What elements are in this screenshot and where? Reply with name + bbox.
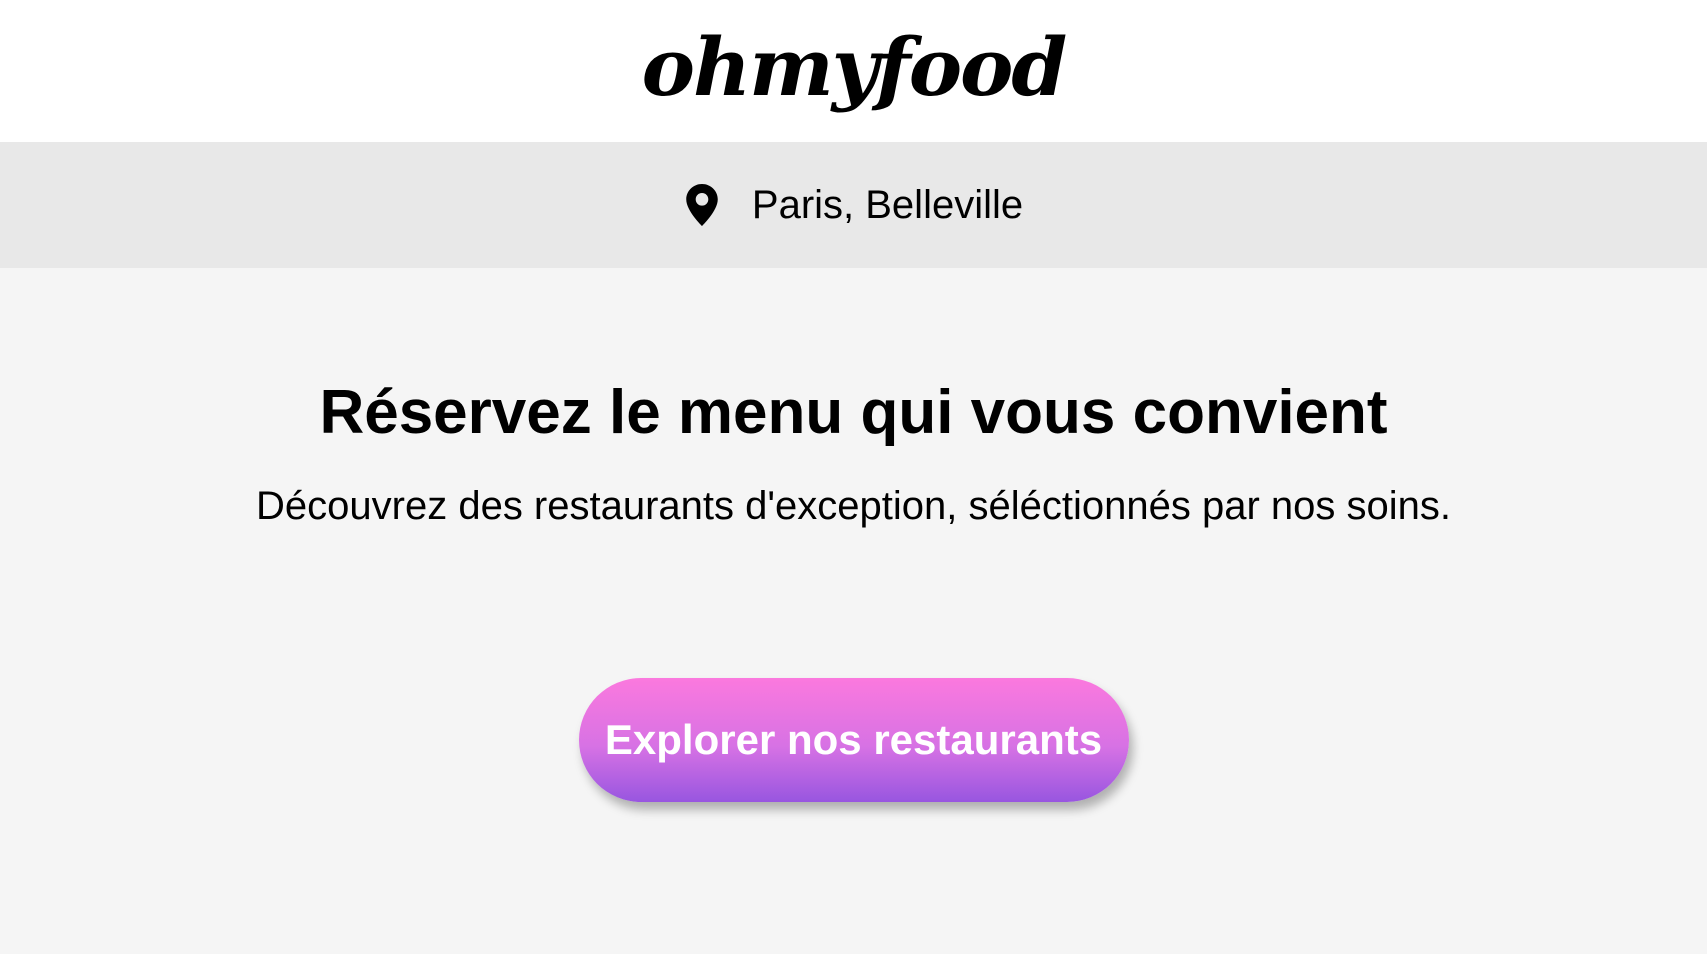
- hero-title: Réservez le menu qui vous convient: [319, 378, 1388, 447]
- map-pin-icon: [684, 183, 720, 227]
- location-text: Paris, Belleville: [751, 183, 1024, 227]
- hero-section: Réservez le menu qui vous convient Décou…: [0, 268, 1707, 802]
- site-header: ohmyfood: [0, 0, 1707, 142]
- site-logo[interactable]: ohmyfood: [642, 27, 1068, 107]
- explore-restaurants-button[interactable]: Explorer nos restaurants: [578, 678, 1129, 802]
- hero-subtitle: Découvrez des restaurants d'exception, s…: [256, 484, 1451, 528]
- location-bar: Paris, Belleville: [0, 142, 1707, 268]
